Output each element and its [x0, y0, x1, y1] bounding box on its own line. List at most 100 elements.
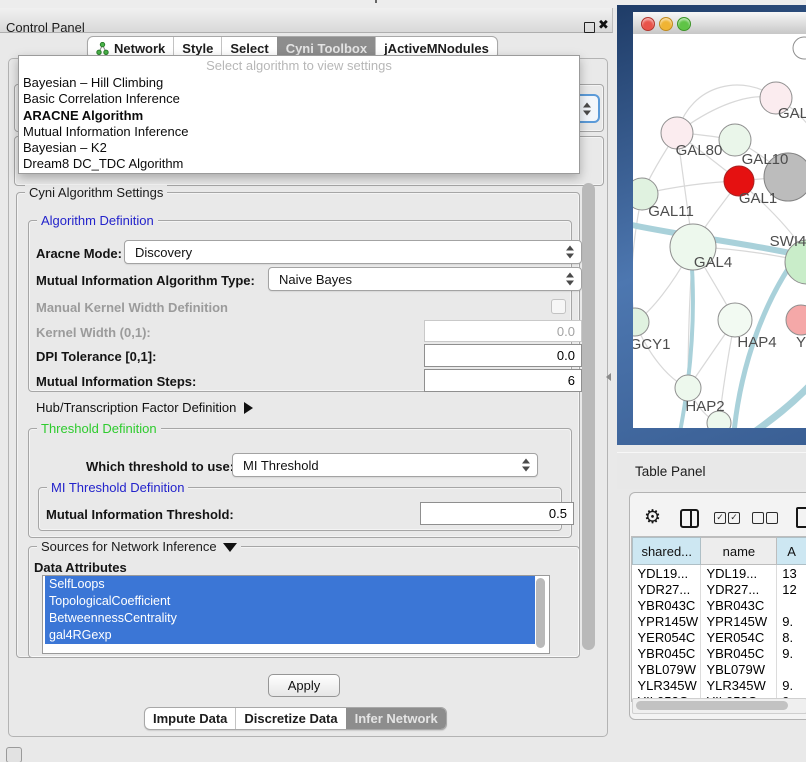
node [793, 37, 806, 59]
table-row[interactable]: YDL19...YDL19...13 [633, 565, 806, 582]
table-row[interactable]: YPR145WYPR145W9. [633, 613, 806, 629]
manual-kernel-label: Manual Kernel Width Definition [36, 300, 228, 315]
column-header-name[interactable]: name [701, 538, 777, 565]
spinner-arrows-icon [583, 102, 591, 115]
tab-network-label: Network [114, 41, 165, 56]
spinner-arrows-icon [566, 273, 574, 286]
node-label: Y [796, 334, 806, 351]
tab-impute-data-label: Impute Data [153, 711, 227, 726]
expanded-arrow-icon [223, 543, 237, 552]
mi-steps-label: Mutual Information Steps: [36, 374, 196, 389]
sources-title[interactable]: Sources for Network Inference [37, 539, 241, 554]
table-panel-title: Table Panel [635, 464, 706, 479]
node-label: GAL1 [739, 190, 777, 207]
document-icon[interactable] [796, 507, 806, 528]
checked-box-icon[interactable]: ✓ [714, 512, 726, 524]
data-attributes-header: Data Attributes [34, 560, 127, 575]
mi-steps-input[interactable]: 6 [424, 369, 582, 392]
node-label: GAL4 [694, 254, 732, 271]
tab-discretize-data[interactable]: Discretize Data [235, 708, 345, 729]
tab-infer-network-label: Infer Network [355, 711, 438, 726]
attribute-list-scrollbar-thumb[interactable] [536, 578, 545, 648]
dropdown-item[interactable]: Basic Correlation Inference [19, 91, 579, 107]
tab-discretize-data-label: Discretize Data [244, 711, 337, 726]
aracne-mode-combobox[interactable]: Discovery [124, 240, 582, 264]
attribute-item[interactable]: gal4RGexp [45, 627, 535, 644]
cyni-bottom-tabbar: Impute Data Discretize Data Infer Networ… [144, 707, 447, 730]
splitter-collapse-arrow[interactable] [606, 373, 611, 381]
dropdown-item[interactable]: Mutual Information Inference [19, 124, 579, 140]
attribute-item[interactable]: SelfLoops [45, 576, 535, 593]
table-hscrollbar-thumb[interactable] [636, 701, 788, 710]
cyni-algorithm-settings-title: Cyni Algorithm Settings [25, 185, 167, 200]
threshold-definition-title: Threshold Definition [37, 421, 161, 436]
table-row[interactable]: YLR345WYLR345W9. [633, 677, 806, 693]
node-label: GAL11 [648, 203, 694, 220]
close-traffic-light[interactable] [641, 17, 655, 31]
columns-icon[interactable] [680, 509, 699, 528]
gear-icon[interactable]: ⚙ [644, 506, 661, 529]
unchecked-box-icon[interactable] [752, 512, 764, 524]
kernel-width-input[interactable]: 0.0 [424, 320, 582, 342]
attribute-item[interactable]: BetweennessCentrality [45, 610, 535, 627]
algorithm-dropdown-popup: Select algorithm to view settings Bayesi… [18, 55, 580, 174]
control-panel-title: Control Panel [6, 20, 85, 35]
column-header-partial[interactable]: A [777, 538, 806, 565]
table-row[interactable]: YER054CYER054C8. [633, 629, 806, 645]
attribute-item[interactable]: TopologicalCoefficient [45, 593, 535, 610]
minimize-traffic-light[interactable] [659, 17, 673, 31]
node-table[interactable]: shared... name A YDL19...YDL19...13 YDR2… [631, 536, 806, 702]
aracne-mode-value: Discovery [135, 245, 192, 260]
checked-box-icon[interactable]: ✓ [728, 512, 740, 524]
mi-type-value: Naive Bayes [279, 272, 352, 287]
dropdown-item[interactable]: Bayesian – Hill Climbing [19, 75, 579, 91]
collapsed-arrow-icon [244, 402, 253, 414]
hub-tf-definition-toggle[interactable]: Hub/Transcription Factor Definition [36, 400, 253, 415]
sources-title-text: Sources for Network Inference [41, 539, 217, 554]
table-row[interactable]: YBL079WYBL079W [633, 661, 806, 677]
tab-impute-data[interactable]: Impute Data [145, 708, 235, 729]
tab-style-label: Style [182, 41, 213, 56]
table-panel-titlebar: Table Panel [617, 452, 806, 489]
zoom-traffic-light[interactable] [677, 17, 691, 31]
spinner-arrows-icon [566, 246, 574, 259]
algorithm-definition-title: Algorithm Definition [37, 213, 158, 228]
node-y [786, 305, 806, 335]
mi-type-combobox[interactable]: Naive Bayes [268, 267, 582, 291]
dpi-tolerance-input[interactable]: 0.0 [424, 344, 582, 367]
tab-select-label: Select [230, 41, 268, 56]
unchecked-box-icon[interactable] [766, 512, 778, 524]
aracne-mode-label: Aracne Mode: [36, 246, 122, 261]
dropdown-item[interactable]: Dream8 DC_TDC Algorithm [19, 156, 579, 172]
tab-infer-network[interactable]: Infer Network [346, 708, 446, 729]
dropdown-item-selected[interactable]: ARACNE Algorithm [19, 108, 579, 124]
node-hap4 [718, 303, 752, 337]
network-graph[interactable]: GAL GAL80 GAL10 GAL1 GAL11 SWI4 GAL4 HAP… [633, 34, 806, 428]
network-icon [96, 42, 109, 55]
table-row[interactable]: YBR045CYBR045C9. [633, 645, 806, 661]
control-panel-titlebar: Control Panel ✖ [0, 8, 613, 33]
collapsed-panel-icon[interactable] [6, 747, 22, 762]
float-window-icon[interactable] [584, 22, 595, 33]
table-header-row[interactable]: shared... name A [633, 538, 806, 565]
dropdown-item[interactable]: Bayesian – K2 [19, 140, 579, 156]
data-attributes-list: SelfLoops TopologicalCoefficient Between… [42, 575, 550, 654]
close-icon[interactable]: ✖ [598, 17, 609, 33]
which-threshold-combobox[interactable]: MI Threshold [232, 453, 538, 477]
tab-cyni-toolbox-label: Cyni Toolbox [286, 41, 367, 56]
apply-button[interactable]: Apply [268, 674, 340, 697]
table-row[interactable]: YBR043CYBR043C [633, 597, 806, 613]
column-header-shared-name[interactable]: shared... [633, 538, 701, 565]
screen: Control Panel ✖ Network Style Select Cyn… [0, 0, 806, 762]
settings-scrollbar-thumb[interactable] [582, 183, 595, 650]
node-label: HAP2 [685, 398, 724, 415]
mi-type-label: Mutual Information Algorithm Type: [36, 273, 255, 288]
mi-threshold-input[interactable]: 0.5 [420, 502, 574, 525]
dpi-tolerance-label: DPI Tolerance [0,1]: [36, 349, 156, 364]
dropdown-placeholder: Select algorithm to view settings [19, 56, 579, 75]
manual-kernel-checkbox[interactable] [551, 299, 566, 314]
network-window-titlebar[interactable] [633, 12, 806, 35]
table-row[interactable]: YDR27...YDR27...12 [633, 581, 806, 597]
node-label: GAL80 [676, 142, 723, 159]
which-threshold-label: Which threshold to use: [86, 459, 234, 474]
